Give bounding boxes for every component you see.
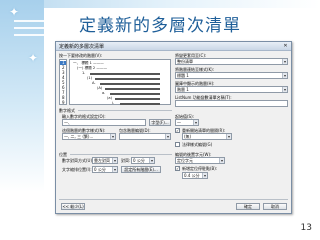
preview-text: 標題 2 ———: [84, 66, 108, 70]
chevron-down-icon: ▾: [110, 134, 115, 139]
chevron-down-icon: ▾: [165, 134, 170, 139]
add-tab-value: 0.4 公分: [184, 173, 200, 178]
group-divider: [78, 110, 172, 111]
chevron-down-icon: ▾: [112, 158, 117, 163]
follow-number-select[interactable]: 定位字元 ▾: [175, 157, 225, 164]
text-indent-spinner[interactable]: 0 公分 ▾: [92, 166, 118, 173]
text-indent-value: 0 公分: [94, 167, 106, 172]
spinner-icon: ▾: [193, 120, 198, 125]
dialog-title: 定義新的多層次清單: [59, 44, 105, 50]
aligned-at-value: 0 公分: [133, 158, 145, 163]
spinner-icon: ▾: [149, 158, 154, 163]
add-tab-spinner[interactable]: 0.4 公分 ▾: [182, 172, 208, 179]
preview-text: 標題 1 ———: [81, 61, 104, 65]
preview-line: [105, 88, 160, 90]
restart-select[interactable]: (無) ▾: [182, 133, 232, 140]
legal-style-label: 法律樣式編號(G): [182, 142, 213, 147]
set-all-levels-button[interactable]: 設定所有階層(E)...: [121, 166, 161, 173]
preview-num: 一、: [73, 61, 81, 65]
add-tab-checkbox[interactable]: ✓: [175, 166, 180, 171]
slide-top-band: [0, 0, 320, 8]
legal-style-checkbox[interactable]: [175, 142, 180, 147]
slide-page-number: 13: [300, 223, 312, 233]
alignment-label: 數字對齊方式(U):: [62, 158, 94, 163]
spinner-icon: ▾: [112, 167, 117, 172]
chevron-down-icon: ▾: [282, 87, 287, 92]
preview-num: (A): [97, 86, 103, 90]
chevron-down-icon: ▾: [282, 73, 287, 78]
start-at-value: 一: [177, 120, 181, 125]
preview-num: 1.: [82, 71, 86, 75]
link-style-value: 標題 1: [177, 73, 189, 78]
less-button[interactable]: << 較少(L): [61, 203, 85, 210]
preview-row: i.: [112, 101, 170, 106]
number-format-input[interactable]: 一、: [62, 119, 146, 126]
preview-line: [110, 93, 160, 95]
spinner-icon: ▾: [202, 173, 207, 178]
preview-num: A.: [92, 81, 96, 85]
slide-left-band: [0, 0, 44, 240]
cancel-button[interactable]: 取消: [263, 203, 287, 210]
level-item-9[interactable]: 9: [62, 101, 65, 105]
close-icon[interactable]: ✕: [282, 43, 289, 49]
level-list[interactable]: 1 2 3 4 5 6 7 8 9: [59, 59, 67, 105]
preview-num: a.: [102, 91, 106, 95]
preview-num: i.: [112, 101, 115, 105]
list-preview: 一、 標題 1 ——— (一) 標題 2 ——— 1. (1) A. (A) a…: [69, 59, 171, 105]
apply-to-value: 整份清單: [177, 59, 193, 64]
gallery-level-value: 階層 1: [177, 87, 189, 92]
preview-num: (一): [77, 66, 84, 70]
follow-number-value: 定位字元: [177, 158, 193, 163]
number-style-select[interactable]: 一, 二, 三 (繁)... ▾: [62, 133, 116, 140]
number-format-value: 一、: [64, 120, 72, 125]
chevron-down-icon: ▾: [226, 134, 231, 139]
slide-title: 定義新的多層次清單: [79, 16, 241, 36]
preview-num: (1): [87, 76, 93, 80]
group-divider: [70, 154, 172, 155]
restart-checkbox[interactable]: ✓: [175, 128, 180, 133]
sparkle-icon: ✦: [28, 51, 39, 65]
preview-num: (a): [107, 96, 113, 100]
preview-line: [90, 73, 160, 75]
preview-line: [95, 78, 160, 80]
aligned-at-spinner[interactable]: 0 公分 ▾: [131, 157, 155, 164]
preview-line: [100, 83, 160, 85]
gallery-level-select[interactable]: 階層 1 ▾: [175, 86, 288, 93]
restart-value: (無): [184, 134, 192, 139]
dialog-titlebar: 定義新的多層次清單 ✕: [56, 42, 291, 51]
chevron-down-icon: ▾: [219, 158, 224, 163]
link-style-select[interactable]: 標題 1 ▾: [175, 72, 288, 79]
font-button[interactable]: 字型(F)...: [149, 119, 171, 126]
text-indent-label: 文字縮排位置(I):: [62, 167, 92, 172]
preview-line: [120, 103, 160, 105]
aligned-at-label: 對齊:: [121, 158, 131, 163]
apply-to-select[interactable]: 整份清單 ▾: [175, 58, 288, 65]
chevron-down-icon: ▾: [282, 59, 287, 64]
alignment-value: 靠左對齊: [94, 158, 110, 163]
start-at-spinner[interactable]: 一 ▾: [175, 119, 199, 126]
number-style-value: 一, 二, 三 (繁)...: [64, 134, 94, 139]
listnum-input[interactable]: [175, 100, 288, 107]
define-multilevel-list-dialog: 定義新的多層次清單 ✕ 按一下要修改的階層(V): 1 2 3 4 5 6 7 …: [55, 41, 292, 214]
ok-button[interactable]: 確定: [236, 203, 260, 210]
alignment-select[interactable]: 靠左對齊 ▾: [92, 157, 118, 164]
include-level-select[interactable]: ▾: [119, 133, 171, 140]
footer-divider: [59, 199, 288, 200]
preview-line: [115, 98, 160, 100]
